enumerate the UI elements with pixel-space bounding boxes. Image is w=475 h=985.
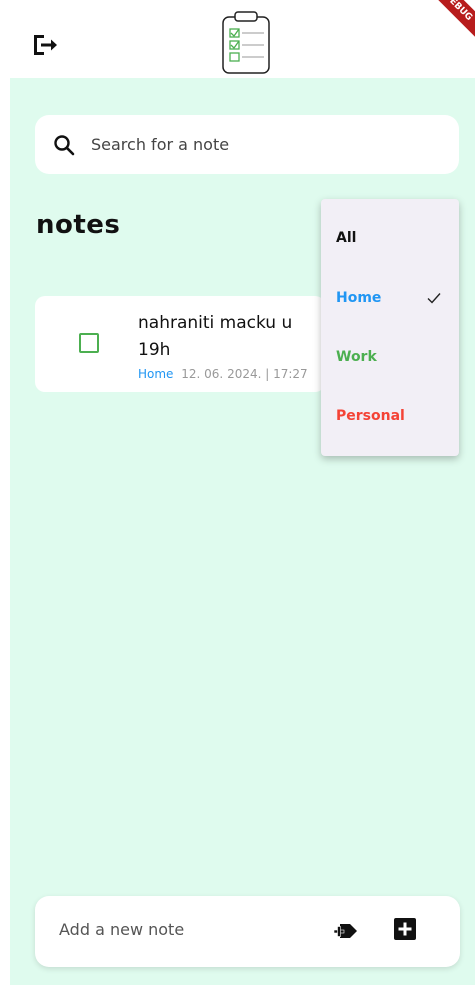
add-note-bar: Add a new note <box>35 896 460 967</box>
note-date: 12. 06. 2024. | 17:27 <box>181 367 308 381</box>
page-title: notes <box>36 210 121 240</box>
menu-item-work[interactable]: Work <box>336 349 377 365</box>
search-bar[interactable]: Search for a note <box>35 115 459 174</box>
search-input[interactable]: Search for a note <box>91 135 229 154</box>
add-tag-icon[interactable] <box>333 918 359 944</box>
debug-banner: DEBUG <box>435 0 475 40</box>
add-box-icon[interactable] <box>393 917 417 941</box>
app-bar: DEBUG <box>0 0 475 78</box>
note-checkbox[interactable] <box>79 333 99 353</box>
add-note-input[interactable]: Add a new note <box>59 920 184 939</box>
left-edge <box>0 78 10 985</box>
clipboard-checklist-icon <box>222 11 270 74</box>
category-filter-menu: All Home Work Personal <box>321 199 459 456</box>
menu-item-all[interactable]: All <box>336 230 356 246</box>
note-meta: Home 12. 06. 2024. | 17:27 <box>138 367 308 381</box>
checkmark-icon <box>427 293 441 304</box>
note-title: nahraniti macku u 19h <box>138 313 293 360</box>
note-category: Home <box>138 367 174 381</box>
note-card[interactable]: nahraniti macku u 19h Home 12. 06. 2024.… <box>35 296 325 392</box>
menu-item-personal[interactable]: Personal <box>336 408 405 424</box>
logout-icon[interactable] <box>30 30 60 60</box>
search-icon <box>54 134 75 155</box>
menu-item-home[interactable]: Home <box>336 290 381 306</box>
